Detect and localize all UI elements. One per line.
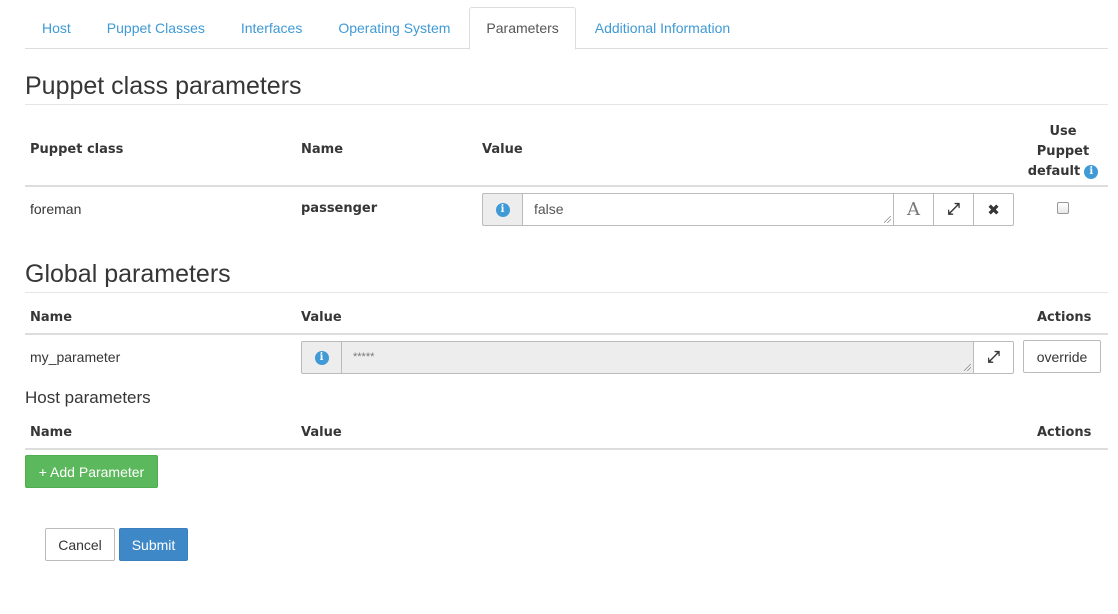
tab-operating-system[interactable]: Operating System bbox=[321, 7, 467, 49]
expand-icon: ⤢ bbox=[987, 348, 1000, 366]
header-actions: Actions bbox=[1037, 425, 1092, 440]
fullscreen-button[interactable]: ⤢ bbox=[974, 341, 1014, 374]
table-header-divider bbox=[25, 333, 1108, 335]
remove-button[interactable]: ✖ bbox=[974, 193, 1014, 226]
parameter-value-group: i false A ⤢ ✖ bbox=[482, 193, 1014, 226]
header-name: Name bbox=[30, 310, 73, 325]
header-value: Value bbox=[301, 425, 342, 440]
puppet-class-parameters-heading: Puppet class parameters bbox=[25, 72, 1108, 105]
table-header-divider bbox=[25, 185, 1108, 187]
resize-handle-icon[interactable] bbox=[964, 364, 971, 371]
use-puppet-default-checkbox[interactable] bbox=[1057, 202, 1069, 214]
cancel-button[interactable]: Cancel bbox=[45, 528, 115, 561]
header-name: Name bbox=[30, 425, 73, 440]
info-addon[interactable]: i bbox=[482, 193, 522, 226]
tab-additional-information[interactable]: Additional Information bbox=[578, 7, 747, 49]
info-icon: i bbox=[495, 202, 510, 217]
header-value: Value bbox=[482, 142, 523, 157]
override-button[interactable]: override bbox=[1023, 340, 1101, 373]
global-parameters-heading: Global parameters bbox=[25, 260, 1108, 293]
global-parameter-value-group: i ***** ⤢ bbox=[301, 341, 1014, 374]
parameter-value-text: false bbox=[534, 201, 564, 217]
header-actions: Actions bbox=[1037, 310, 1092, 325]
hidden-value-text: ***** bbox=[353, 351, 375, 363]
resize-handle-icon[interactable] bbox=[884, 216, 891, 223]
header-use-puppet-default-line2: Puppet bbox=[1036, 144, 1090, 159]
tab-puppet-classes[interactable]: Puppet Classes bbox=[90, 7, 222, 49]
submit-button[interactable]: Submit bbox=[119, 528, 188, 561]
info-icon[interactable]: i bbox=[1084, 165, 1099, 179]
info-addon[interactable]: i bbox=[301, 341, 341, 374]
puppet-class-cell: foreman bbox=[30, 201, 82, 217]
input-type-button[interactable]: A bbox=[894, 193, 934, 226]
parameter-value-input[interactable]: false bbox=[522, 193, 894, 226]
header-puppet-class: Puppet class bbox=[30, 142, 124, 157]
header-name: Name bbox=[301, 142, 344, 157]
header-use-puppet-default: Use Puppet default i bbox=[1020, 122, 1106, 182]
header-use-puppet-default-line1: Use bbox=[1049, 124, 1077, 139]
tab-host[interactable]: Host bbox=[25, 7, 88, 49]
global-parameter-value-input: ***** bbox=[341, 341, 974, 374]
expand-icon: ⤢ bbox=[947, 200, 960, 218]
font-icon: A bbox=[907, 199, 920, 220]
info-icon: i bbox=[314, 350, 329, 365]
close-icon: ✖ bbox=[987, 201, 1000, 219]
host-parameters-heading: Host parameters bbox=[25, 388, 151, 407]
parameter-name-cell: passenger bbox=[301, 201, 378, 216]
header-use-puppet-default-line3: default bbox=[1027, 164, 1081, 179]
add-parameter-button[interactable]: + Add Parameter bbox=[25, 455, 158, 488]
tab-bar: Host Puppet Classes Interfaces Operating… bbox=[25, 7, 1108, 50]
fullscreen-button[interactable]: ⤢ bbox=[934, 193, 974, 226]
table-header-divider bbox=[25, 448, 1108, 450]
tab-parameters[interactable]: Parameters bbox=[469, 7, 576, 50]
tab-interfaces[interactable]: Interfaces bbox=[224, 7, 319, 49]
header-value: Value bbox=[301, 310, 342, 325]
global-parameter-name: my_parameter bbox=[30, 349, 121, 365]
